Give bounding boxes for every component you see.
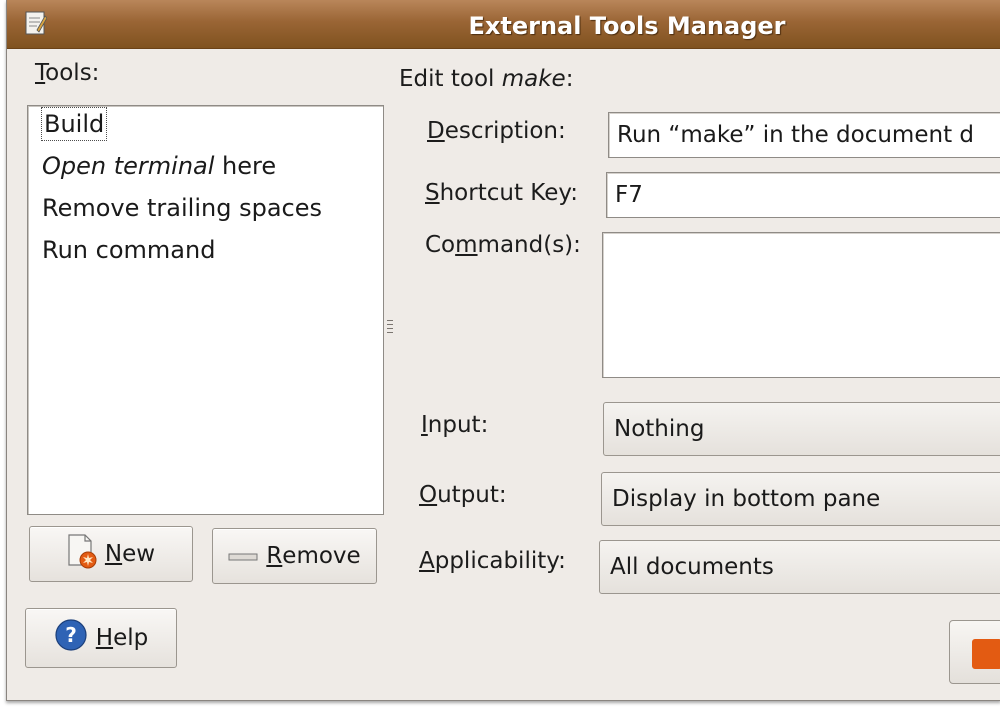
help-icon: ? xyxy=(54,618,88,658)
tool-item-open-terminal-rest: here xyxy=(214,152,277,180)
help-button-label: elp xyxy=(113,625,149,651)
description-input[interactable]: Run “make” in the document d xyxy=(608,112,1000,158)
description-label: Description: xyxy=(427,118,566,144)
shortcut-key-input[interactable]: F7 xyxy=(606,172,1000,218)
description-label-key: D xyxy=(427,118,445,144)
output-label-key: O xyxy=(419,482,438,508)
title-bar[interactable]: External Tools Manager xyxy=(7,0,1000,49)
shortcut-label-key: S xyxy=(425,180,440,206)
output-label: Output: xyxy=(419,482,507,508)
commands-label-rest: mand(s): xyxy=(477,232,581,258)
close-icon xyxy=(972,639,1000,669)
output-select[interactable]: Display in bottom pane xyxy=(601,472,1000,526)
applicability-select[interactable]: All documents xyxy=(599,540,1000,594)
edit-document-icon[interactable] xyxy=(25,10,48,36)
tool-item-remove-trailing-spaces[interactable]: Remove trailing spaces xyxy=(42,194,322,222)
applicability-label: Applicability: xyxy=(419,548,566,574)
edit-heading-suffix: : xyxy=(565,66,574,92)
tools-list[interactable]: Build Open terminal here Remove trailing… xyxy=(27,105,384,515)
output-label-rest: utput: xyxy=(437,482,507,508)
new-button[interactable]: New xyxy=(29,526,193,582)
edit-heading-prefix: Edit tool xyxy=(399,66,502,92)
svg-text:?: ? xyxy=(65,623,77,647)
commands-label-pre: Co xyxy=(425,232,456,258)
tools-label-key: T xyxy=(35,60,46,86)
edit-heading-tool-name: make xyxy=(501,66,566,92)
description-label-rest: escription: xyxy=(444,118,566,144)
commands-label: Command(s): xyxy=(425,232,581,258)
applicability-label-key: A xyxy=(419,548,435,574)
input-label-rest: nput: xyxy=(427,412,489,438)
shortcut-label-rest: hortcut Key: xyxy=(439,180,579,206)
new-document-icon xyxy=(67,533,97,575)
remove-button[interactable]: Remove xyxy=(212,528,377,584)
tools-label: Tools: xyxy=(35,60,99,86)
window-title: External Tools Manager xyxy=(468,12,786,40)
input-select[interactable]: Nothing xyxy=(603,402,1000,456)
close-button[interactable] xyxy=(949,620,1000,684)
input-label-key: I xyxy=(421,412,428,438)
commands-label-key: m xyxy=(455,232,478,258)
help-button-key: H xyxy=(95,625,114,651)
remove-button-key: R xyxy=(266,543,283,569)
minus-icon xyxy=(228,543,258,569)
input-label: Input: xyxy=(421,412,488,438)
tool-item-build[interactable]: Build xyxy=(40,107,108,141)
new-button-label: ew xyxy=(122,541,156,567)
tool-item-open-terminal[interactable]: Open terminal here xyxy=(42,152,276,180)
commands-textarea[interactable] xyxy=(602,232,1000,378)
tools-label-rest: ools: xyxy=(45,60,100,86)
applicability-label-rest: pplicability: xyxy=(434,548,566,574)
pane-resize-grip[interactable] xyxy=(387,320,393,336)
new-button-key: N xyxy=(104,541,123,567)
tool-item-run-command[interactable]: Run command xyxy=(42,236,215,264)
shortcut-key-label: Shortcut Key: xyxy=(425,180,578,206)
edit-tool-heading: Edit tool make: xyxy=(399,66,573,92)
tool-item-open-terminal-italic: Open terminal xyxy=(42,152,215,180)
help-button[interactable]: ? Help xyxy=(25,608,177,668)
remove-button-label: emove xyxy=(282,543,361,569)
external-tools-dialog: External Tools Manager Tools: Build Open… xyxy=(6,0,1000,701)
